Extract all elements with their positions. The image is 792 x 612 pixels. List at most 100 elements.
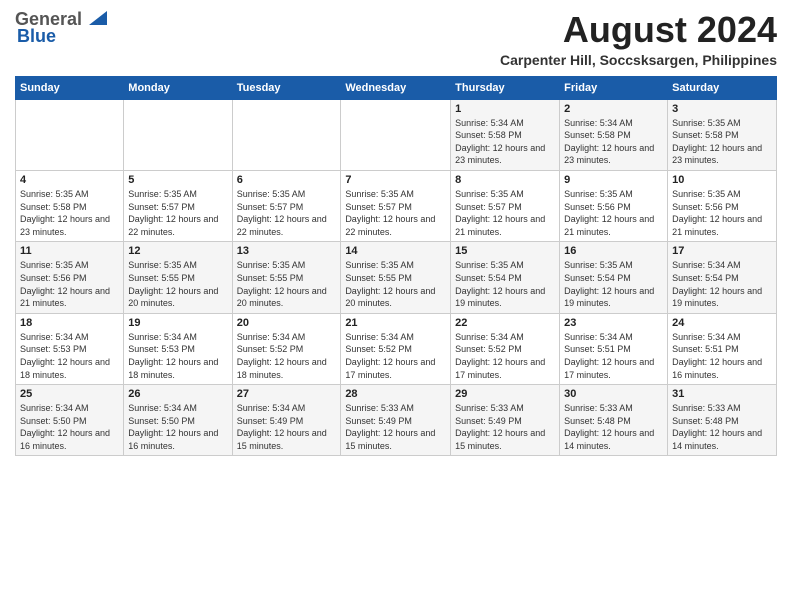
day-number: 8: [455, 174, 555, 186]
day-info: Sunrise: 5:34 AM Sunset: 5:50 PM Dayligh…: [20, 402, 119, 452]
day-info: Sunrise: 5:34 AM Sunset: 5:49 PM Dayligh…: [237, 402, 337, 452]
day-info: Sunrise: 5:35 AM Sunset: 5:55 PM Dayligh…: [237, 259, 337, 309]
day-number: 5: [128, 174, 227, 186]
calendar-week-row: 18Sunrise: 5:34 AM Sunset: 5:53 PM Dayli…: [16, 313, 777, 384]
header-thursday: Thursday: [451, 76, 560, 99]
day-info: Sunrise: 5:33 AM Sunset: 5:49 PM Dayligh…: [345, 402, 446, 452]
table-row: 1 Sunrise: 5:34 AM Sunset: 5:58 PM Daylig…: [451, 99, 560, 170]
table-row: 10Sunrise: 5:35 AM Sunset: 5:56 PM Dayli…: [668, 170, 777, 241]
day-number: 1: [455, 103, 555, 115]
table-row: [232, 99, 341, 170]
day-number: 24: [672, 317, 772, 329]
day-info: Sunrise: 5:35 AM Sunset: 5:57 PM Dayligh…: [345, 188, 446, 238]
table-row: 30 Sunrise: 5:33 AM Sunset: 5:48 PM Dayli…: [560, 385, 668, 456]
day-number: 2: [564, 103, 663, 115]
table-row: 3 Sunrise: 5:35 AM Sunset: 5:58 PM Daylig…: [668, 99, 777, 170]
calendar-header-row: Sunday Monday Tuesday Wednesday Thursday…: [16, 76, 777, 99]
day-info: Sunrise: 5:34 AM Sunset: 5:52 PM Dayligh…: [455, 331, 555, 381]
table-row: 24 Sunrise: 5:34 AM Sunset: 5:51 PM Dayli…: [668, 313, 777, 384]
day-number: 26: [128, 388, 227, 400]
header-tuesday: Tuesday: [232, 76, 341, 99]
day-number: 6: [237, 174, 337, 186]
day-info: Sunrise: 5:35 AM Sunset: 5:55 PM Dayligh…: [345, 259, 446, 309]
table-row: 28Sunrise: 5:33 AM Sunset: 5:49 PM Dayli…: [341, 385, 451, 456]
table-row: 21 Sunrise: 5:34 AM Sunset: 5:52 PM Dayli…: [341, 313, 451, 384]
day-info: Sunrise: 5:34 AM Sunset: 5:52 PM Dayligh…: [345, 331, 446, 381]
calendar-week-row: 25 Sunrise: 5:34 AM Sunset: 5:50 PM Dayli…: [16, 385, 777, 456]
day-number: 21: [345, 317, 446, 329]
table-row: [16, 99, 124, 170]
day-info: Sunrise: 5:34 AM Sunset: 5:50 PM Dayligh…: [128, 402, 227, 452]
day-number: 27: [237, 388, 337, 400]
day-number: 13: [237, 245, 337, 257]
header-wednesday: Wednesday: [341, 76, 451, 99]
calendar-week-row: 4 Sunrise: 5:35 AM Sunset: 5:58 PM Daylig…: [16, 170, 777, 241]
table-row: 17 Sunrise: 5:34 AM Sunset: 5:54 PM Dayli…: [668, 242, 777, 313]
table-row: 26 Sunrise: 5:34 AM Sunset: 5:50 PM Dayli…: [124, 385, 232, 456]
table-row: 8 Sunrise: 5:35 AM Sunset: 5:57 PM Daylig…: [451, 170, 560, 241]
day-number: 29: [455, 388, 555, 400]
day-info: Sunrise: 5:33 AM Sunset: 5:48 PM Dayligh…: [564, 402, 663, 452]
day-info: Sunrise: 5:34 AM Sunset: 5:51 PM Dayligh…: [564, 331, 663, 381]
day-info: Sunrise: 5:35 AM Sunset: 5:56 PM Dayligh…: [564, 188, 663, 238]
day-info: Sunrise: 5:35 AM Sunset: 5:58 PM Dayligh…: [672, 117, 772, 167]
title-area: August 2024 Carpenter Hill, Soccsksargen…: [500, 10, 777, 68]
table-row: 18Sunrise: 5:34 AM Sunset: 5:53 PM Dayli…: [16, 313, 124, 384]
table-row: 9 Sunrise: 5:35 AM Sunset: 5:56 PM Daylig…: [560, 170, 668, 241]
table-row: 5Sunrise: 5:35 AM Sunset: 5:57 PM Daylig…: [124, 170, 232, 241]
day-info: Sunrise: 5:34 AM Sunset: 5:52 PM Dayligh…: [237, 331, 337, 381]
table-row: 4 Sunrise: 5:35 AM Sunset: 5:58 PM Daylig…: [16, 170, 124, 241]
day-number: 16: [564, 245, 663, 257]
table-row: 31Sunrise: 5:33 AM Sunset: 5:48 PM Dayli…: [668, 385, 777, 456]
header-sunday: Sunday: [16, 76, 124, 99]
header-saturday: Saturday: [668, 76, 777, 99]
day-number: 3: [672, 103, 772, 115]
day-info: Sunrise: 5:34 AM Sunset: 5:51 PM Dayligh…: [672, 331, 772, 381]
day-info: Sunrise: 5:35 AM Sunset: 5:57 PM Dayligh…: [455, 188, 555, 238]
day-number: 25: [20, 388, 119, 400]
day-number: 20: [237, 317, 337, 329]
table-row: 12Sunrise: 5:35 AM Sunset: 5:55 PM Dayli…: [124, 242, 232, 313]
day-number: 19: [128, 317, 227, 329]
table-row: 2 Sunrise: 5:34 AM Sunset: 5:58 PM Daylig…: [560, 99, 668, 170]
day-info: Sunrise: 5:33 AM Sunset: 5:49 PM Dayligh…: [455, 402, 555, 452]
table-row: 16 Sunrise: 5:35 AM Sunset: 5:54 PM Dayli…: [560, 242, 668, 313]
day-info: Sunrise: 5:33 AM Sunset: 5:48 PM Dayligh…: [672, 402, 772, 452]
day-info: Sunrise: 5:34 AM Sunset: 5:53 PM Dayligh…: [128, 331, 227, 381]
header-friday: Friday: [560, 76, 668, 99]
table-row: 6Sunrise: 5:35 AM Sunset: 5:57 PM Daylig…: [232, 170, 341, 241]
table-row: 22 Sunrise: 5:34 AM Sunset: 5:52 PM Dayli…: [451, 313, 560, 384]
day-number: 11: [20, 245, 119, 257]
table-row: 19 Sunrise: 5:34 AM Sunset: 5:53 PM Dayli…: [124, 313, 232, 384]
subtitle: Carpenter Hill, Soccsksargen, Philippine…: [500, 52, 777, 68]
calendar-table: Sunday Monday Tuesday Wednesday Thursday…: [15, 76, 777, 457]
day-info: Sunrise: 5:35 AM Sunset: 5:56 PM Dayligh…: [20, 259, 119, 309]
logo: General Blue: [15, 10, 107, 47]
day-number: 10: [672, 174, 772, 186]
day-info: Sunrise: 5:35 AM Sunset: 5:54 PM Dayligh…: [564, 259, 663, 309]
day-number: 7: [345, 174, 446, 186]
logo-icon: [85, 11, 107, 27]
day-number: 22: [455, 317, 555, 329]
calendar-week-row: 11 Sunrise: 5:35 AM Sunset: 5:56 PM Dayli…: [16, 242, 777, 313]
logo-blue: Blue: [15, 27, 56, 47]
page-header: General Blue August 2024 Carpenter Hill,…: [15, 10, 777, 68]
table-row: 15Sunrise: 5:35 AM Sunset: 5:54 PM Dayli…: [451, 242, 560, 313]
day-number: 17: [672, 245, 772, 257]
day-info: Sunrise: 5:35 AM Sunset: 5:58 PM Dayligh…: [20, 188, 119, 238]
table-row: 14 Sunrise: 5:35 AM Sunset: 5:55 PM Dayli…: [341, 242, 451, 313]
day-info: Sunrise: 5:34 AM Sunset: 5:54 PM Dayligh…: [672, 259, 772, 309]
day-info: Sunrise: 5:34 AM Sunset: 5:58 PM Dayligh…: [455, 117, 555, 167]
day-number: 14: [345, 245, 446, 257]
table-row: 20 Sunrise: 5:34 AM Sunset: 5:52 PM Dayli…: [232, 313, 341, 384]
header-monday: Monday: [124, 76, 232, 99]
table-row: 7 Sunrise: 5:35 AM Sunset: 5:57 PM Daylig…: [341, 170, 451, 241]
day-info: Sunrise: 5:35 AM Sunset: 5:54 PM Dayligh…: [455, 259, 555, 309]
day-info: Sunrise: 5:34 AM Sunset: 5:58 PM Dayligh…: [564, 117, 663, 167]
table-row: 25 Sunrise: 5:34 AM Sunset: 5:50 PM Dayli…: [16, 385, 124, 456]
table-row: 29 Sunrise: 5:33 AM Sunset: 5:49 PM Dayli…: [451, 385, 560, 456]
day-number: 4: [20, 174, 119, 186]
day-number: 30: [564, 388, 663, 400]
day-number: 9: [564, 174, 663, 186]
table-row: 27 Sunrise: 5:34 AM Sunset: 5:49 PM Dayli…: [232, 385, 341, 456]
